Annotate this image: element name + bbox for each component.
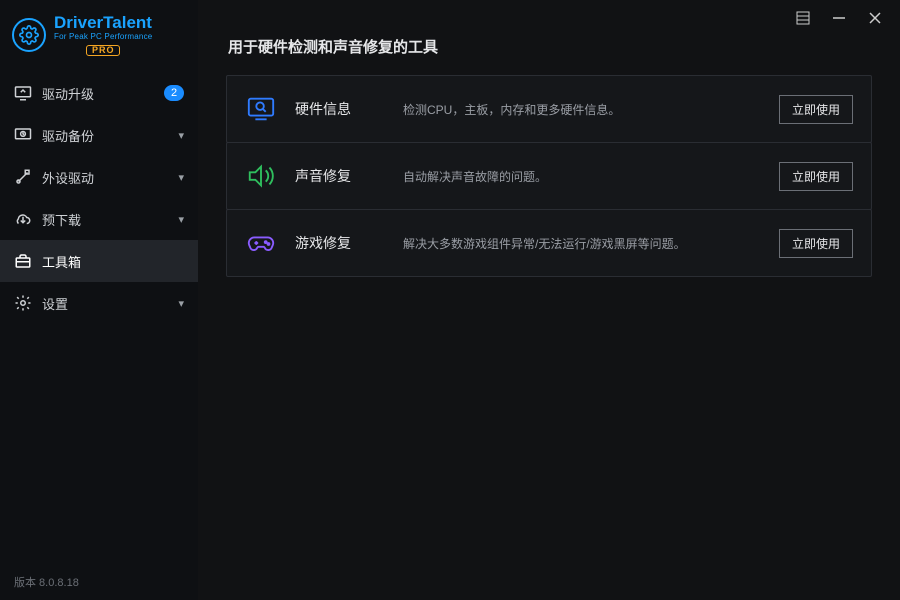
sidebar-item-driver-update[interactable]: 驱动升级 2: [0, 72, 198, 114]
speaker-icon: [245, 160, 277, 192]
tool-card-hardware-info: 硬件信息 检测CPU，主板，内存和更多硬件信息。 立即使用: [226, 75, 872, 143]
tool-card-sound-repair: 声音修复 自动解决声音故障的问题。 立即使用: [226, 142, 872, 210]
tool-name: 硬件信息: [295, 99, 385, 119]
titlebar: [778, 0, 900, 36]
tool-name: 游戏修复: [295, 233, 385, 253]
toolbox-icon: [14, 252, 32, 270]
page-title: 用于硬件检测和声音修复的工具: [228, 36, 872, 57]
chevron-down-icon: ▾: [178, 297, 184, 310]
sidebar-item-peripheral[interactable]: 外设驱动 ▾: [0, 156, 198, 198]
sidebar-item-label: 工具箱: [42, 252, 184, 271]
sidebar-item-toolbox[interactable]: 工具箱: [0, 240, 198, 282]
usb-icon: [14, 168, 32, 186]
menu-icon[interactable]: [794, 9, 812, 27]
minimize-icon[interactable]: [830, 9, 848, 27]
pro-badge: PRO: [86, 45, 121, 56]
sidebar: DriverTalent For Peak PC Performance PRO…: [0, 0, 198, 600]
clock-back-icon: [14, 126, 32, 144]
main-content: 用于硬件检测和声音修复的工具 硬件信息 检测CPU，主板，内存和更多硬件信息。 …: [198, 0, 900, 600]
gear-icon: [12, 18, 46, 52]
monitor-search-icon: [245, 93, 277, 125]
chevron-down-icon: ▾: [178, 171, 184, 184]
tool-desc: 解决大多数游戏组件异常/无法运行/游戏黑屏等问题。: [403, 235, 761, 252]
sidebar-item-label: 外设驱动: [42, 168, 168, 187]
version-label: 版本 8.0.8.18: [14, 574, 79, 590]
tools-list: 硬件信息 检测CPU，主板，内存和更多硬件信息。 立即使用 声音修复 自动解决声…: [226, 75, 872, 277]
tool-card-game-repair: 游戏修复 解决大多数游戏组件异常/无法运行/游戏黑屏等问题。 立即使用: [226, 209, 872, 277]
tool-desc: 自动解决声音故障的问题。: [403, 168, 761, 185]
monitor-up-icon: [14, 84, 32, 102]
gear-icon: [14, 294, 32, 312]
sidebar-item-driver-backup[interactable]: 驱动备份 ▾: [0, 114, 198, 156]
use-now-button[interactable]: 立即使用: [779, 95, 853, 124]
app-window: DriverTalent For Peak PC Performance PRO…: [0, 0, 900, 600]
tool-desc: 检测CPU，主板，内存和更多硬件信息。: [403, 101, 761, 118]
update-count-badge: 2: [164, 85, 184, 101]
chevron-down-icon: ▾: [178, 213, 184, 226]
tool-name: 声音修复: [295, 166, 385, 186]
sidebar-item-label: 预下载: [42, 210, 168, 229]
use-now-button[interactable]: 立即使用: [779, 229, 853, 258]
nav-list: 驱动升级 2 驱动备份 ▾ 外设驱动 ▾ 预下: [0, 72, 198, 324]
brand-title: DriverTalent: [54, 14, 152, 31]
sidebar-item-settings[interactable]: 设置 ▾: [0, 282, 198, 324]
sidebar-item-label: 设置: [42, 294, 168, 313]
brand-subtitle: For Peak PC Performance: [54, 33, 152, 41]
sidebar-item-label: 驱动升级: [42, 84, 154, 103]
close-icon[interactable]: [866, 9, 884, 27]
cloud-download-icon: [14, 210, 32, 228]
gamepad-icon: [245, 227, 277, 259]
brand-logo: DriverTalent For Peak PC Performance PRO: [0, 0, 198, 66]
sidebar-item-label: 驱动备份: [42, 126, 168, 145]
use-now-button[interactable]: 立即使用: [779, 162, 853, 191]
sidebar-item-predownload[interactable]: 预下载 ▾: [0, 198, 198, 240]
chevron-down-icon: ▾: [178, 129, 184, 142]
